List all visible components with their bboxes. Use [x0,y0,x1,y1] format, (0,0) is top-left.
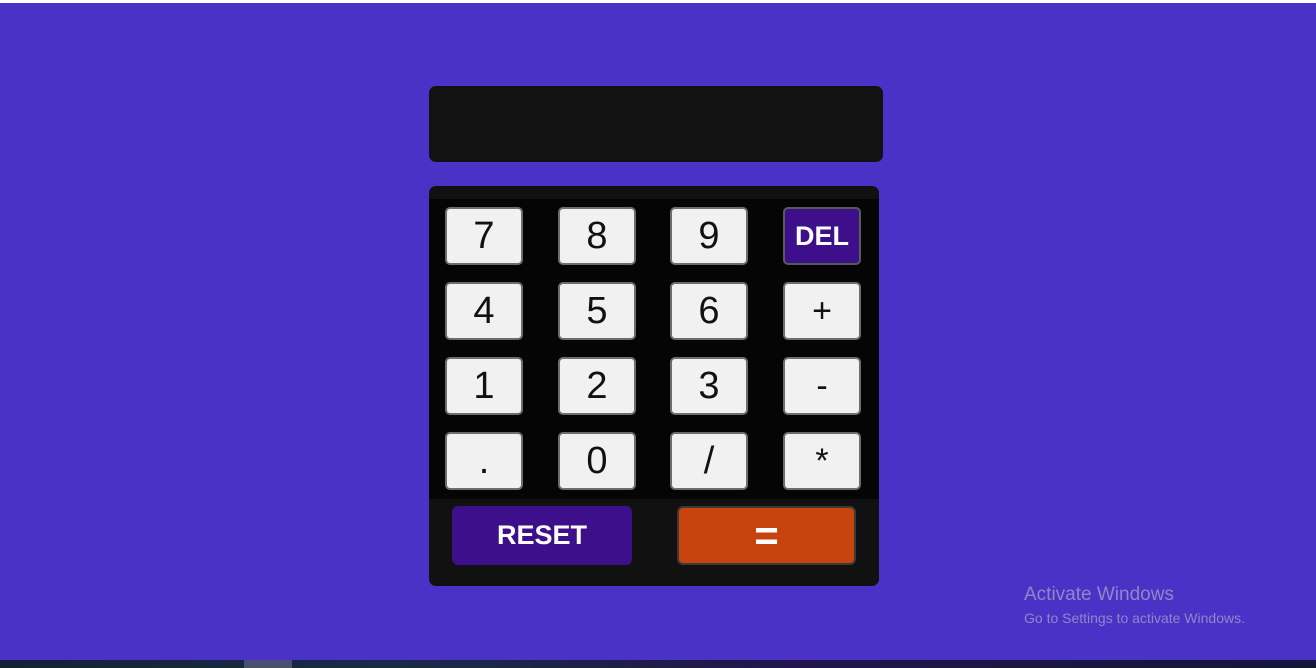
key-3[interactable]: 3 [670,357,748,415]
taskbar-active-app[interactable] [244,660,292,668]
calculator-display [429,86,883,162]
reset-button[interactable]: RESET [452,506,632,565]
key-8[interactable]: 8 [558,207,636,265]
key-2[interactable]: 2 [558,357,636,415]
browser-top-edge [0,0,1316,3]
key-decimal[interactable]: . [445,432,523,490]
key-multiply[interactable]: * [783,432,861,490]
key-plus[interactable]: + [783,282,861,340]
watermark-title: Activate Windows [1024,584,1174,605]
activate-windows-watermark: Activate Windows Go to Settings to activ… [1024,584,1245,627]
calculator-keypad: 7 8 9 DEL 4 5 6 + 1 2 3 - . 0 / * RESET … [429,186,879,586]
key-divide[interactable]: / [670,432,748,490]
key-0[interactable]: 0 [558,432,636,490]
key-grid: 7 8 9 DEL 4 5 6 + 1 2 3 - . 0 / * [429,199,879,499]
key-4[interactable]: 4 [445,282,523,340]
key-1[interactable]: 1 [445,357,523,415]
watermark-subtitle: Go to Settings to activate Windows. [1024,610,1245,626]
taskbar [0,660,1316,668]
delete-button[interactable]: DEL [783,207,861,265]
equals-button[interactable]: = [677,506,856,565]
key-9[interactable]: 9 [670,207,748,265]
key-7[interactable]: 7 [445,207,523,265]
key-minus[interactable]: - [783,357,861,415]
key-5[interactable]: 5 [558,282,636,340]
key-6[interactable]: 6 [670,282,748,340]
